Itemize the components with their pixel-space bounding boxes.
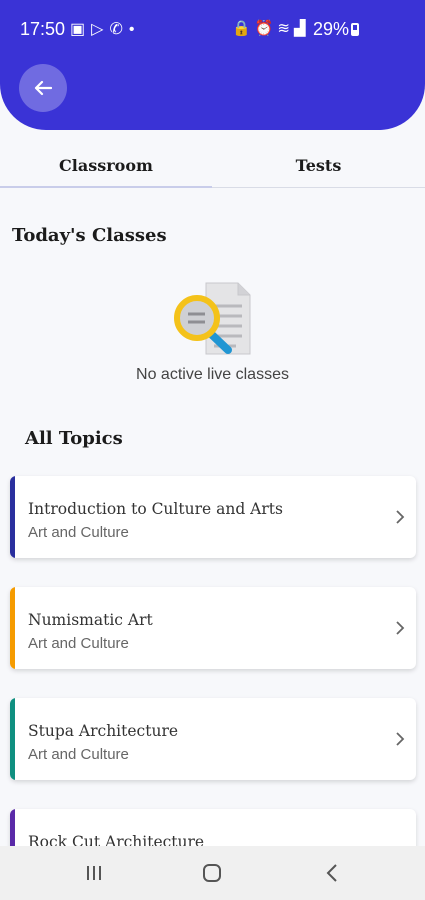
empty-state-text: No active live classes [136,366,289,383]
topic-color-bar [10,587,15,669]
tab-indicator [0,186,212,188]
system-icons: 🔒⏰≋▟ [232,19,310,37]
topic-color-bar [10,476,15,558]
wifi-icon: ≋ [277,20,294,37]
gallery-icon: ▣ [70,21,92,38]
all-topics-heading: All Topics [25,428,123,449]
topic-title: Stupa Architecture [28,722,179,740]
topic-card[interactable]: Stupa Architecture Art and Culture [10,698,416,780]
recent-apps-button[interactable] [64,846,124,900]
topic-title: Numismatic Art [28,611,153,629]
topic-subtitle: Art and Culture [28,524,129,541]
back-nav-button[interactable] [302,846,362,900]
topic-subtitle: Art and Culture [28,746,129,763]
chevron-left-icon [326,864,337,882]
lock-icon: 🔒 [232,20,255,37]
battery-icon [351,23,359,36]
home-button[interactable] [182,846,242,900]
chevron-right-icon [396,732,405,746]
chevron-right-icon [396,510,405,524]
todays-classes-heading: Today's Classes [12,225,167,246]
document-search-icon [174,282,251,355]
topic-color-bar [10,698,15,780]
arrow-left-icon [34,80,52,96]
topic-title: Introduction to Culture and Arts [28,500,283,518]
chevron-right-icon [396,621,405,635]
tab-bar: Classroom Tests [0,142,425,188]
notification-icons: ▣▷✆• [70,19,140,39]
topic-card[interactable]: Numismatic Art Art and Culture [10,587,416,669]
dot-icon: • [128,21,141,38]
status-bar: 17:50 ▣▷✆• 🔒⏰≋▟ 29% [0,0,425,58]
tab-classroom[interactable]: Classroom [0,142,212,188]
topic-card[interactable]: Introduction to Culture and Arts Art and… [10,476,416,558]
missed-call-icon: ✆ [109,21,129,38]
play-store-icon: ▷ [91,21,110,38]
signal-icon: ▟ [293,20,310,37]
battery-level: 29% [313,19,350,39]
alarm-icon: ⏰ [254,20,278,37]
home-icon [203,864,221,882]
recent-apps-icon [87,866,101,880]
topic-subtitle: Art and Culture [28,635,129,652]
back-button[interactable] [19,64,67,112]
tab-tests[interactable]: Tests [212,142,425,188]
status-time: 17:50 [20,19,66,39]
system-nav-bar [0,846,425,900]
